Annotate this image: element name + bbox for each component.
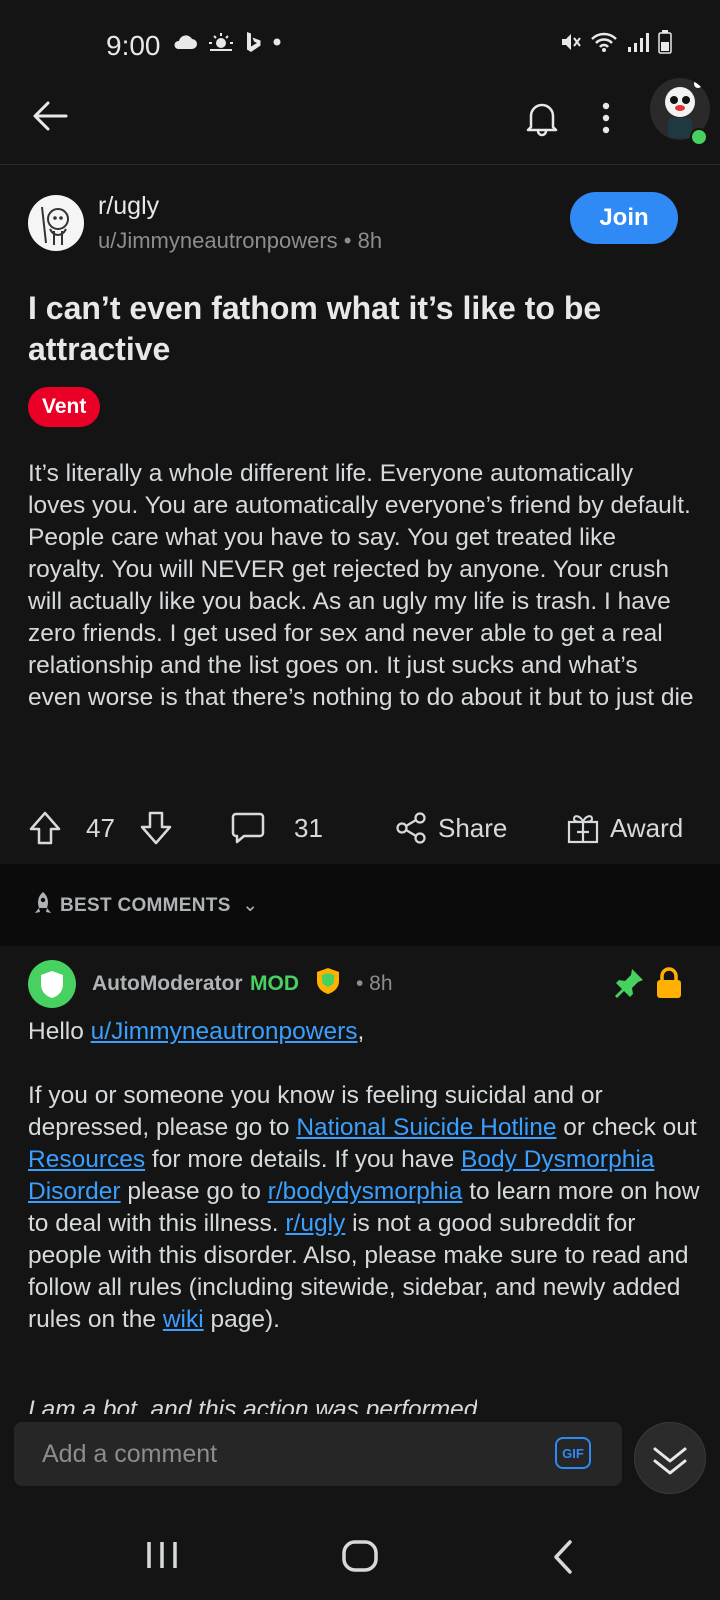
kebab-menu-icon[interactable] [596, 98, 616, 138]
post-action-bar: 47 31 Share Award [0, 800, 720, 856]
home-icon[interactable] [338, 1536, 382, 1576]
lock-icon [657, 967, 681, 998]
cloud-icon [174, 35, 197, 49]
comment-greeting: Hello u/Jimmyneautronpowers, [28, 1016, 708, 1048]
comment-paragraph: If you or someone you know is feeling su… [28, 1080, 708, 1336]
share-button[interactable]: Share [394, 800, 507, 856]
double-chevron-down-icon [653, 1447, 687, 1475]
status-icons-left [172, 30, 282, 54]
weather-sun-icon [209, 33, 233, 51]
wiki-link[interactable]: wiki [163, 1306, 204, 1333]
mod-badge: MOD [250, 972, 299, 995]
bing-icon [247, 32, 261, 52]
comment-time: • 8h [356, 972, 393, 995]
comment-text: page). [203, 1306, 280, 1333]
rocket-icon [35, 892, 51, 913]
recent-apps-icon[interactable] [144, 1538, 180, 1572]
comment-icon [231, 812, 265, 844]
comment-body: Hello u/Jimmyneautronpowers, If you or s… [28, 1016, 708, 1368]
resources-link[interactable]: Resources [28, 1146, 145, 1173]
dot-icon [273, 38, 281, 46]
online-status-dot [690, 128, 708, 146]
award-icon [567, 815, 599, 844]
gif-button[interactable]: GIF [555, 1437, 591, 1469]
comment-avatar[interactable] [28, 960, 76, 1008]
share-label: Share [438, 812, 508, 843]
sort-selector[interactable]: BEST COMMENTS ⌄ [60, 894, 259, 917]
pin-icon [615, 969, 643, 998]
post-body: It’s literally a whole different life. E… [28, 460, 694, 711]
greeting-suffix: , [357, 1018, 365, 1045]
hotline-link[interactable]: National Suicide Hotline [296, 1114, 556, 1141]
comment-placeholder: Add a comment [42, 1440, 218, 1468]
vote-count: 47 [86, 812, 115, 843]
user-link[interactable]: u/Jimmyneautronpowers [91, 1018, 358, 1045]
award-label: Award [610, 812, 684, 843]
status-icons-right [560, 30, 672, 54]
comment-author[interactable]: AutoModerator [92, 972, 243, 996]
upvote-icon[interactable] [28, 810, 62, 846]
join-button[interactable]: Join [570, 192, 678, 244]
bell-icon[interactable] [522, 98, 562, 138]
mute-icon [562, 34, 581, 50]
post-author-time[interactable]: u/Jimmyneautronpowers • 8h [98, 228, 382, 254]
nav-back-icon[interactable] [546, 1538, 580, 1576]
comment-count: 31 [294, 812, 323, 843]
battery-icon [658, 30, 672, 54]
wifi-icon [591, 32, 617, 52]
post-flair[interactable]: Vent [28, 387, 101, 427]
sort-label: BEST COMMENTS [60, 895, 231, 916]
ugly-sub-link[interactable]: r/ugly [285, 1210, 345, 1237]
greeting-text: Hello [28, 1018, 91, 1045]
back-arrow-icon[interactable] [30, 96, 70, 136]
signal-icon [628, 33, 649, 52]
comment-text: or check out [556, 1114, 697, 1141]
share-icon [396, 812, 426, 844]
collapse-button[interactable] [634, 1422, 706, 1494]
comment-text: for more details. If you have [145, 1146, 462, 1173]
bot-disclaimer: I am a bot, and this action was performe… [28, 1396, 478, 1414]
post-title: I can’t even fathom what it’s like to be… [28, 290, 602, 367]
comment-text: please go to [120, 1178, 268, 1205]
downvote-icon[interactable] [139, 810, 173, 846]
comments-button[interactable]: 31 [230, 800, 323, 856]
subreddit-name[interactable]: r/ugly [98, 192, 159, 221]
vote-group: 47 [28, 800, 173, 856]
subreddit-icon[interactable] [28, 195, 84, 251]
bodydysmorphia-link[interactable]: r/bodydysmorphia [268, 1178, 463, 1205]
mod-shield-icon [317, 968, 339, 994]
status-time: 9:00 [106, 30, 161, 61]
chevron-down-icon: ⌄ [242, 895, 259, 916]
award-button[interactable]: Award [566, 800, 683, 856]
